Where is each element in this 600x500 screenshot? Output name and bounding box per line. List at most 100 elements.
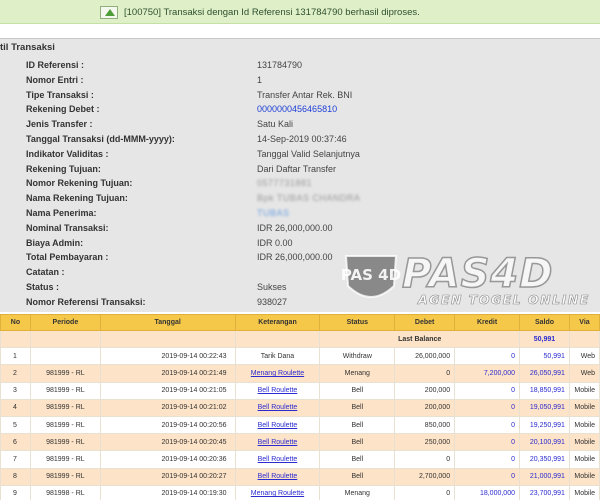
cell-debet: 250,000 xyxy=(394,433,456,452)
cell-periode: 981999 - RL xyxy=(29,450,101,469)
cell-keterangan: Menang Roulette xyxy=(234,364,321,383)
cell-periode: 981999 - RL xyxy=(29,415,101,435)
cell-keterangan: Bell Roulette xyxy=(234,467,321,486)
keterangan-link[interactable]: Menang Roulette xyxy=(251,490,304,497)
column-header: No xyxy=(0,314,31,331)
cell-no: 7 xyxy=(0,450,31,469)
detail-value: Transfer Antar Rek. BNI xyxy=(257,89,353,100)
keterangan-link[interactable]: Bell Roulette xyxy=(258,387,298,394)
cell-periode: 981999 - RL xyxy=(29,398,101,417)
cell-saldo: 18,850,991 xyxy=(519,381,570,400)
cell-debet: 0 xyxy=(394,450,456,469)
table-row: 6 981999 - RL 2019-09-14 00:20:45 Bell Roul… xyxy=(0,433,600,452)
cell-via: Mobile xyxy=(568,433,600,452)
cell-saldo: 19,250,991 xyxy=(519,415,570,435)
detail-heading: til Transaksi xyxy=(0,42,55,53)
column-header: Keterangan xyxy=(234,314,321,331)
table-header-row: No Periode Tanggal Keterangan Status Debet Kre… xyxy=(0,314,600,331)
cell-periode: 981999 - RL xyxy=(29,467,101,486)
detail-label: Indikator Validitas : xyxy=(26,148,109,159)
cell-periode: 981999 - RL xyxy=(29,381,101,400)
detail-row: Indikator Validitas : Tanggal Valid Selan… xyxy=(0,147,600,162)
cell-saldo: 20,100,991 xyxy=(519,433,570,452)
cell-no: 6 xyxy=(0,433,31,452)
column-header: Via xyxy=(568,314,600,331)
keterangan-link[interactable]: Menang Roulette xyxy=(251,370,304,377)
detail-value: Tanggal Valid Selanjutnya xyxy=(257,148,360,159)
keterangan-link[interactable]: Bell Roulette xyxy=(258,422,298,429)
table-body: Last Balance 50,991 1 2019-09-14 00:22:43 Ta… xyxy=(0,329,600,500)
keterangan-link[interactable]: Bell Roulette xyxy=(258,439,298,446)
column-header: Status xyxy=(319,314,396,331)
empty-cell xyxy=(99,329,236,349)
cell-debet: 850,000 xyxy=(394,415,456,435)
detail-row: Tipe Transaksi : Transfer Antar Rek. BNI xyxy=(0,88,600,103)
empty-cell xyxy=(234,329,321,349)
cell-debet: 0 xyxy=(394,484,456,500)
detail-row: Nama Penerima: TUBAS xyxy=(0,206,600,221)
success-icon xyxy=(100,5,118,19)
detail-label: Catatan : xyxy=(26,267,65,278)
cell-status: Bell xyxy=(319,433,396,452)
cell-saldo: 21,000,991 xyxy=(519,467,570,486)
cell-periode: 981998 - RL xyxy=(29,484,101,500)
detail-value: 0577731881 xyxy=(257,178,313,189)
cell-kredit: 0 xyxy=(454,433,520,452)
detail-label: Nominal Transaksi: xyxy=(26,222,109,233)
detail-value: IDR 26,000,000.00 xyxy=(257,222,333,233)
detail-value: IDR 0.00 xyxy=(257,237,293,248)
detail-row: Nama Rekening Tujuan: Bpk TUBAS CHANDRA xyxy=(0,191,600,206)
cell-tanggal: 2019-09-14 00:20:56 xyxy=(99,415,236,435)
keterangan-link[interactable]: Bell Roulette xyxy=(258,456,298,463)
detail-value: 131784790 xyxy=(257,60,303,70)
cell-no: 9 xyxy=(0,484,31,500)
keterangan-text: Tarik Dana xyxy=(260,352,295,360)
last-balance-row: Last Balance 50,991 xyxy=(0,329,600,349)
detail-label: Rekening Debet : xyxy=(26,104,100,115)
cell-keterangan: Bell Roulette xyxy=(234,381,321,400)
cell-no: 1 xyxy=(0,347,31,366)
keterangan-link[interactable]: Bell Roulette xyxy=(258,473,298,480)
shield-badge-icon: PAS 4D xyxy=(341,255,401,298)
cell-keterangan: Bell Roulette xyxy=(234,433,321,452)
cell-kredit: 0 xyxy=(454,347,520,366)
cell-no: 5 xyxy=(0,415,31,435)
cell-debet: 200,000 xyxy=(394,381,456,400)
detail-row: Rekening Debet : 0000000456465810 xyxy=(0,102,600,117)
detail-label: Biaya Admin: xyxy=(26,237,84,248)
cell-via: Mobile xyxy=(568,484,600,500)
detail-row: Rekening Tujuan: Dari Daftar Transfer xyxy=(0,162,600,177)
detail-label: Rekening Tujuan: xyxy=(26,163,101,174)
logo-word: PAS4D xyxy=(401,251,554,297)
detail-value[interactable]: 0000000456465810 xyxy=(257,104,337,114)
column-header: Kredit xyxy=(454,314,520,331)
cell-saldo: 19,050,991 xyxy=(519,398,570,417)
detail-row: Tanggal Transaksi (dd-MMM-yyyy): 14-Sep-2… xyxy=(0,132,600,147)
cell-via: Mobile xyxy=(568,415,600,435)
table-row: 5 981999 - RL 2019-09-14 00:20:56 Bell Roul… xyxy=(0,415,600,435)
cell-tanggal: 2019-09-14 00:21:02 xyxy=(99,398,236,417)
table-row: 9 981998 - RL 2019-09-14 00:19:30 Menang Ro… xyxy=(0,484,600,500)
cell-keterangan: Bell Roulette xyxy=(234,415,321,435)
detail-label: Nama Penerima: xyxy=(26,207,97,218)
cell-debet: 200,000 xyxy=(394,398,456,417)
cell-saldo: 20,350,991 xyxy=(519,450,570,469)
badge-text: PAS 4D xyxy=(341,266,401,284)
cell-periode: 981999 - RL xyxy=(29,433,101,452)
cell-status: Menang xyxy=(319,484,396,500)
cell-kredit: 0 xyxy=(454,467,520,486)
detail-value: Sukses xyxy=(257,281,287,292)
cell-status: Bell xyxy=(319,398,396,417)
cell-via: Web xyxy=(568,364,600,383)
keterangan-link[interactable]: Bell Roulette xyxy=(258,404,298,411)
column-header: Saldo xyxy=(519,314,570,331)
empty-cell xyxy=(29,329,101,349)
detail-label: Nomor Entri : xyxy=(26,74,84,85)
cell-kredit: 0 xyxy=(454,381,520,400)
cell-no: 8 xyxy=(0,467,31,486)
cell-status: Menang xyxy=(319,364,396,383)
cell-via: Mobile xyxy=(568,381,600,400)
detail-label: Status : xyxy=(26,281,60,292)
detail-value: Satu Kali xyxy=(257,119,294,130)
cell-kredit: 0 xyxy=(454,398,520,417)
